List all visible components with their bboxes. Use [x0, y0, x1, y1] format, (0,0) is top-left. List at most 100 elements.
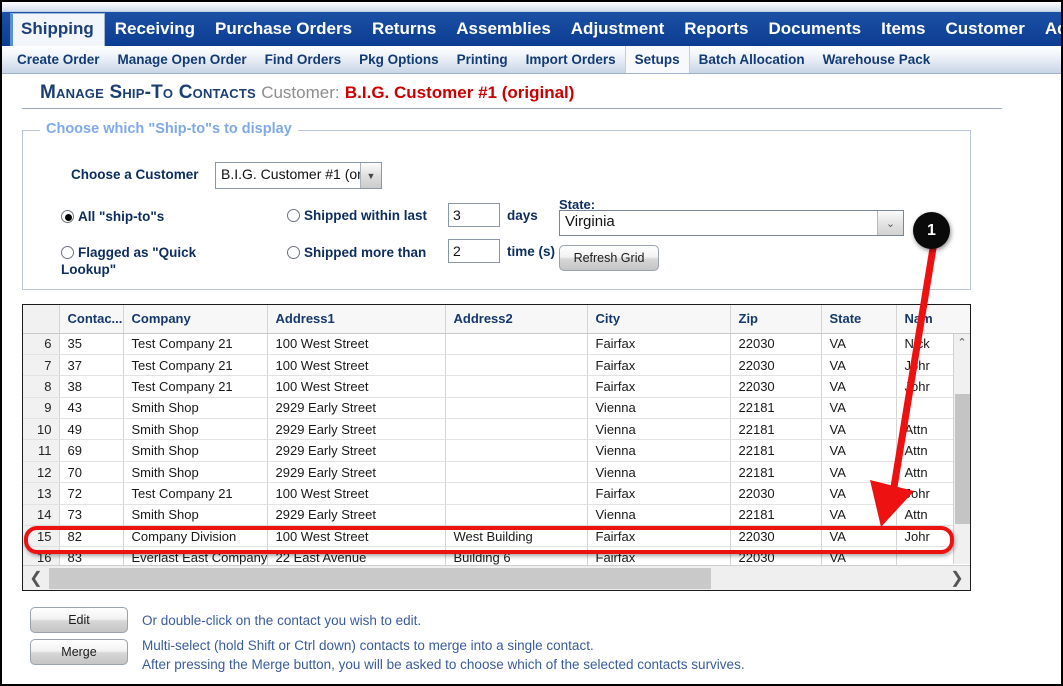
- cell-cid[interactable]: 69: [59, 439, 124, 462]
- radio-shipped-within-last[interactable]: Shipped within last: [287, 208, 427, 223]
- mainnav-item-adjustment[interactable]: Adjustment: [561, 14, 675, 46]
- horizontal-scroll-track[interactable]: [49, 567, 944, 589]
- cell-cid[interactable]: 43: [59, 397, 124, 420]
- table-row[interactable]: 7 37 Test Company 21 100 West Street Fairfax…: [23, 354, 970, 377]
- cell-company[interactable]: Smith Shop: [123, 461, 268, 484]
- scroll-left-icon[interactable]: ❮: [23, 568, 49, 588]
- column-header-state[interactable]: State: [821, 305, 897, 334]
- cell-cid[interactable]: 70: [59, 461, 124, 484]
- mainnav-item-returns[interactable]: Returns: [362, 14, 446, 46]
- cell-city[interactable]: Vienna: [587, 397, 731, 420]
- cell-state[interactable]: VA: [821, 439, 897, 462]
- cell-state[interactable]: VA: [821, 354, 897, 377]
- cell-num[interactable]: 7: [23, 354, 60, 377]
- scroll-up-icon[interactable]: ⌃: [954, 334, 970, 351]
- cell-address1[interactable]: 2929 Early Street: [267, 439, 446, 462]
- cell-zip[interactable]: 22181: [730, 418, 822, 441]
- subnav-item-manage-open-order[interactable]: Manage Open Order: [109, 46, 256, 74]
- cell-num[interactable]: 11: [23, 439, 60, 462]
- cell-zip[interactable]: 22030: [730, 525, 822, 548]
- table-row[interactable]: 9 43 Smith Shop 2929 Early Street Vienna 2218…: [23, 397, 970, 420]
- mainnav-item-assemblies[interactable]: Assemblies: [446, 14, 561, 46]
- cell-state[interactable]: VA: [821, 461, 897, 484]
- cell-city[interactable]: Fairfax: [587, 333, 731, 355]
- mainnav-item-reports[interactable]: Reports: [674, 14, 758, 46]
- subnav-item-setups[interactable]: Setups: [624, 46, 690, 73]
- cell-company[interactable]: Test Company 21: [123, 354, 268, 377]
- cell-address1[interactable]: 2929 Early Street: [267, 461, 446, 484]
- cell-num[interactable]: 13: [23, 482, 60, 505]
- cell-company[interactable]: Smith Shop: [123, 504, 268, 527]
- subnav-item-pkg-options[interactable]: Pkg Options: [350, 46, 448, 74]
- vertical-scroll-thumb[interactable]: [955, 394, 970, 524]
- cell-address1[interactable]: 100 West Street: [267, 333, 446, 355]
- cell-num[interactable]: 9: [23, 397, 60, 420]
- cell-city[interactable]: Vienna: [587, 439, 731, 462]
- grid-horizontal-scrollbar[interactable]: ❮ ❯: [23, 565, 970, 590]
- table-row[interactable]: 8 38 Test Company 21 100 West Street Fairfax…: [23, 375, 970, 398]
- cell-num[interactable]: 6: [23, 333, 60, 355]
- customer-select[interactable]: B.I.G. Customer #1 (ori ▼: [215, 162, 382, 189]
- cell-cid[interactable]: 73: [59, 504, 124, 527]
- cell-address2[interactable]: [445, 354, 588, 377]
- cell-address2[interactable]: [445, 482, 588, 505]
- radio-all-shipto[interactable]: All "ship-to"s: [61, 209, 164, 224]
- table-row[interactable]: 13 72 Test Company 21 100 West Street Fairfa…: [23, 482, 970, 505]
- mainnav-item-documents[interactable]: Documents: [759, 14, 872, 46]
- cell-company[interactable]: Smith Shop: [123, 439, 268, 462]
- edit-button[interactable]: Edit: [30, 607, 128, 633]
- cell-city[interactable]: Vienna: [587, 504, 731, 527]
- cell-cid[interactable]: 82: [59, 525, 124, 548]
- radio-flagged-quick-lookup[interactable]: Flagged as "Quick Lookup": [61, 244, 221, 278]
- cell-num[interactable]: 10: [23, 418, 60, 441]
- subnav-item-warehouse-pack[interactable]: Warehouse Pack: [814, 46, 940, 74]
- cell-address2[interactable]: [445, 397, 588, 420]
- mainnav-item-items[interactable]: Items: [871, 14, 935, 46]
- cell-state[interactable]: VA: [821, 418, 897, 441]
- cell-address1[interactable]: 2929 Early Street: [267, 504, 446, 527]
- cell-num[interactable]: 8: [23, 375, 60, 398]
- cell-city[interactable]: Vienna: [587, 461, 731, 484]
- grid-vertical-scrollbar[interactable]: ⌃: [953, 334, 970, 564]
- cell-zip[interactable]: 22181: [730, 439, 822, 462]
- cell-address2[interactable]: [445, 504, 588, 527]
- cell-address2[interactable]: [445, 333, 588, 355]
- cell-address1[interactable]: 100 West Street: [267, 482, 446, 505]
- cell-state[interactable]: VA: [821, 504, 897, 527]
- cell-cid[interactable]: 49: [59, 418, 124, 441]
- cell-address2[interactable]: West Building: [445, 525, 588, 548]
- cell-state[interactable]: VA: [821, 397, 897, 420]
- cell-address1[interactable]: 100 West Street: [267, 525, 446, 548]
- cell-zip[interactable]: 22030: [730, 375, 822, 398]
- mainnav-item-shipping[interactable]: Shipping: [10, 13, 105, 46]
- table-row[interactable]: 14 73 Smith Shop 2929 Early Street Vienna 221…: [23, 504, 970, 527]
- refresh-grid-button[interactable]: Refresh Grid: [559, 245, 659, 271]
- merge-button[interactable]: Merge: [30, 639, 128, 665]
- cell-num[interactable]: 15: [23, 525, 60, 548]
- subnav-item-batch-allocation[interactable]: Batch Allocation: [690, 46, 814, 74]
- table-row[interactable]: 15 82 Company Division 100 West Street West …: [23, 525, 970, 548]
- column-header-rownum[interactable]: [23, 305, 60, 334]
- cell-address2[interactable]: [445, 461, 588, 484]
- cell-num[interactable]: 14: [23, 504, 60, 527]
- table-row[interactable]: 10 49 Smith Shop 2929 Early Street Vienna 221…: [23, 418, 970, 441]
- cell-city[interactable]: Vienna: [587, 418, 731, 441]
- column-header-company[interactable]: Company: [123, 305, 268, 334]
- cell-city[interactable]: Fairfax: [587, 354, 731, 377]
- times-input[interactable]: [448, 239, 500, 263]
- cell-zip[interactable]: 22181: [730, 461, 822, 484]
- cell-state[interactable]: VA: [821, 375, 897, 398]
- cell-company[interactable]: Smith Shop: [123, 418, 268, 441]
- cell-zip[interactable]: 22181: [730, 504, 822, 527]
- cell-state[interactable]: VA: [821, 482, 897, 505]
- cell-address1[interactable]: 2929 Early Street: [267, 397, 446, 420]
- mainnav-item-customer[interactable]: Customer: [936, 14, 1035, 46]
- mainnav-item-admin[interactable]: Admin: [1035, 14, 1061, 46]
- cell-zip[interactable]: 22030: [730, 482, 822, 505]
- cell-company[interactable]: Test Company 21: [123, 333, 268, 355]
- cell-company[interactable]: Company Division: [123, 525, 268, 548]
- cell-company[interactable]: Smith Shop: [123, 397, 268, 420]
- subnav-item-create-order[interactable]: Create Order: [8, 46, 109, 74]
- contacts-grid[interactable]: Contac... Company Address1 Address2 City Zip S…: [22, 304, 971, 591]
- table-row[interactable]: 6 35 Test Company 21 100 West Street Fairfax…: [23, 333, 970, 355]
